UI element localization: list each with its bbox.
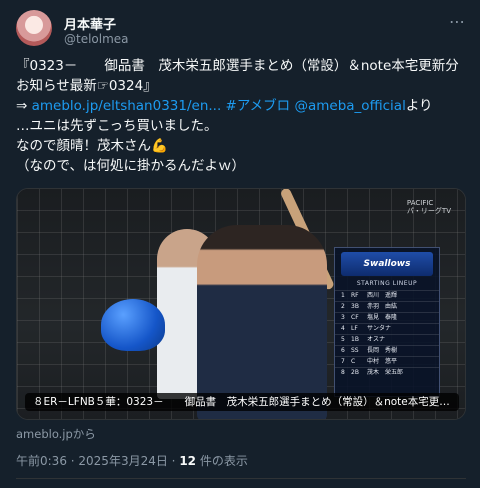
lineup-pos: CF [351,314,359,321]
separator: · [167,454,180,468]
broadcast-logo: PACIFIC パ・リーグTV [406,199,451,215]
lineup-title: STARTING LINEUP [356,280,418,287]
tweet-time[interactable]: 午前0:36 [16,454,67,468]
lineup-pos: 1B [351,336,359,343]
lineup-pos: RF [351,292,359,299]
hashtag-link[interactable]: #アメブロ [226,98,291,114]
tweet-date[interactable]: 2025年3月24日 [78,454,167,468]
tweet-line-5: （なので、は何処に掛かるんだよｗ） [16,158,245,174]
lineup-no: 7 [341,358,345,365]
lineup-name: オスナ [367,336,386,343]
author-handle[interactable]: @telolmea [64,32,129,46]
view-count: 12 [179,454,197,468]
starting-lineup-board: Swallows STARTING LINEUP 1 RF 西川 遥輝 2 3B 赤羽 由… [334,247,440,397]
author-name[interactable]: 月本華子 [64,14,116,33]
lineup-row: 8 2B 茂木 栄五郎 [335,367,439,378]
more-horizontal-icon[interactable]: ⋯ [449,12,466,31]
lineup-row: 3 CF 塩見 泰隆 [335,312,439,323]
lineup-pos: LF [351,325,358,332]
lineup-no: 4 [341,325,345,332]
mention-link[interactable]: @ameba_official [294,98,405,114]
tweet-line-2: ⇒ ameblo.jp/eltshan0331/en... #アメブロ @ame… [16,96,468,116]
lineup-name: 長岡 秀樹 [367,347,398,354]
lineup-no: 6 [341,347,345,354]
lineup-row: 5 1B オスナ [335,334,439,345]
tweet-header: 月本華子 @telolmea ⋯ [16,10,466,50]
avatar[interactable] [16,10,52,46]
arrow-text: ⇒ [16,98,32,114]
lineup-no: 1 [341,292,345,299]
helmet-shape [101,299,165,351]
lineup-pos: SS [351,347,359,354]
lineup-row: 1 RF 西川 遥輝 [335,290,439,301]
blog-link[interactable]: ameblo.jp/eltshan0331/en... [32,98,222,114]
lineup-name: 茂木 栄五郎 [367,369,404,376]
lineup-row: 7 C 中村 悠平 [335,356,439,367]
link-card-image[interactable]: PACIFIC パ・リーグTV Swallows STARTING LINEUP… [16,188,466,420]
player-figure-main [197,225,327,419]
tweet-line-3: …ユニは先ずこっち買いました。 [16,118,218,134]
lineup-name: 中村 悠平 [367,358,398,365]
lineup-name: 赤羽 由紘 [367,303,398,310]
separator: · [66,454,79,468]
lineup-pos: 3B [351,303,359,310]
lineup-pos: 2B [351,369,359,376]
lineup-pos: C [351,358,356,365]
lineup-no: 8 [341,369,345,376]
lineup-row: 4 LF サンタナ [335,323,439,334]
tweet-text: 『0323－ 御品書 茂木栄五郎選手まとめ（常設）＆note本宅更新分お知らせ最… [16,56,468,176]
team-logo: Swallows [341,252,433,276]
link-card-title[interactable]: ８ER－LFNB５華：0323－ 御品書 茂木栄五郎選手まとめ（常設）＆note… [25,393,459,411]
lineup-row: 6 SS 長岡 秀樹 [335,345,439,356]
tweet-line-4: なので顔晴！茂木さん💪 [16,138,168,154]
tweet-meta: 午前0:36 · 2025年3月24日 · 12 件の表示 [16,452,248,469]
link-source[interactable]: ameblo.jpから [16,426,96,442]
lineup-name: 西川 遥輝 [367,292,398,299]
view-label: 件の表示 [196,454,248,468]
lineup-row: 2 3B 赤羽 由紘 [335,301,439,312]
lineup-no: 5 [341,336,345,343]
after-mention-text: より [405,98,433,114]
tweet-line-1: 『0323－ 御品書 茂木栄五郎選手まとめ（常設）＆note本宅更新分お知らせ最… [16,58,459,94]
lineup-name: 塩見 泰隆 [367,314,398,321]
lineup-no: 3 [341,314,345,321]
lineup-no: 2 [341,303,345,310]
lineup-name: サンタナ [367,325,392,332]
divider [16,478,466,479]
